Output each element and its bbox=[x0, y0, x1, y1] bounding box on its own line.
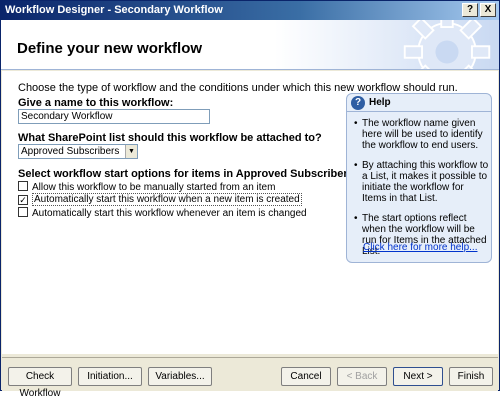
list-label: What SharePoint list should this workflo… bbox=[18, 132, 322, 144]
help-panel: ? Help The workflow name given here will… bbox=[346, 93, 492, 263]
check-workflow-button[interactable]: Check Workflow bbox=[8, 367, 72, 399]
back-button[interactable]: < Back bbox=[337, 367, 387, 386]
chevron-down-icon[interactable]: ▼ bbox=[125, 145, 137, 158]
close-button[interactable]: X bbox=[480, 3, 496, 17]
help-item: By attaching this workflow to a List, it… bbox=[353, 160, 489, 204]
help-title-button[interactable]: ? bbox=[462, 3, 478, 17]
window-title: Workflow Designer - Secondary Workflow bbox=[5, 4, 223, 16]
list-select[interactable]: Approved Subscribers ▼ bbox=[18, 144, 138, 159]
variables-button[interactable]: Variables... bbox=[148, 367, 212, 386]
help-item: The workflow name given here will be use… bbox=[353, 118, 489, 151]
option-start-on-change[interactable]: Automatically start this workflow whenev… bbox=[18, 207, 307, 219]
option-label: Automatically start this workflow when a… bbox=[32, 193, 302, 206]
start-on-change-checkbox[interactable] bbox=[18, 207, 28, 217]
start-options-label: Select workflow start options for items … bbox=[18, 168, 358, 180]
help-title: Help bbox=[369, 97, 391, 108]
title-bar: Workflow Designer - Secondary Workflow ?… bbox=[1, 1, 499, 20]
name-label: Give a name to this workflow: bbox=[18, 97, 174, 109]
option-start-on-create[interactable]: ✓ Automatically start this workflow when … bbox=[18, 193, 302, 206]
manual-start-checkbox[interactable] bbox=[18, 181, 28, 191]
next-button[interactable]: Next > bbox=[393, 367, 443, 386]
workflow-name-input[interactable] bbox=[18, 109, 210, 124]
initiation-button[interactable]: Initiation... bbox=[78, 367, 142, 386]
more-help-link[interactable]: Click here for more help... bbox=[363, 242, 478, 253]
main-content: Choose the type of workflow and the cond… bbox=[2, 71, 498, 354]
page-title: Define your new workflow bbox=[17, 40, 203, 57]
option-label: Automatically start this workflow whenev… bbox=[32, 208, 307, 219]
header-banner: Define your new workflow bbox=[1, 20, 499, 70]
cancel-button[interactable]: Cancel bbox=[281, 367, 331, 386]
question-icon: ? bbox=[351, 96, 365, 110]
option-manual-start[interactable]: Allow this workflow to be manually start… bbox=[18, 181, 275, 193]
finish-button[interactable]: Finish bbox=[449, 367, 493, 386]
gear-icon bbox=[403, 20, 491, 69]
footer-bar: Check Workflow Initiation... Variables..… bbox=[2, 357, 498, 399]
list-select-value: Approved Subscribers bbox=[21, 146, 120, 157]
workflow-designer-window: Workflow Designer - Secondary Workflow ?… bbox=[0, 0, 500, 399]
help-header: ? Help bbox=[347, 94, 491, 112]
start-on-create-checkbox[interactable]: ✓ bbox=[18, 195, 28, 205]
option-label: Allow this workflow to be manually start… bbox=[32, 182, 276, 193]
